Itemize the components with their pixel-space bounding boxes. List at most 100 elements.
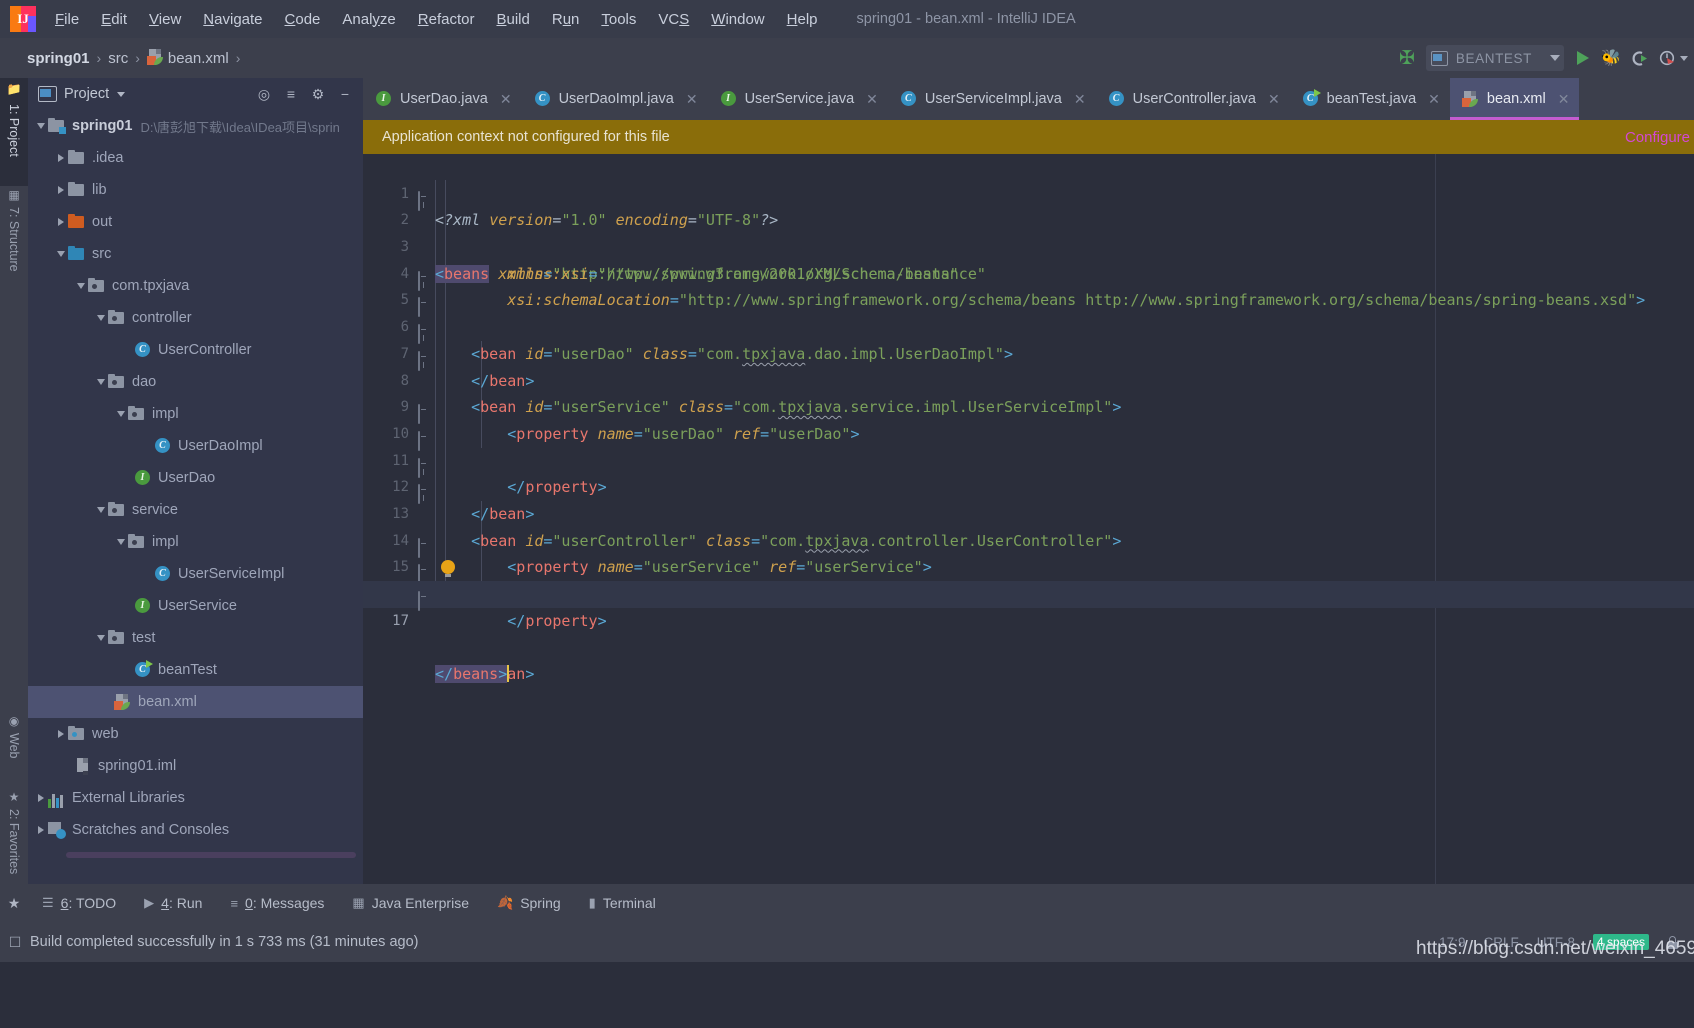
breadcrumb-item-src[interactable]: src bbox=[103, 50, 133, 67]
fold-marker-icon[interactable] bbox=[418, 268, 430, 291]
close-icon[interactable]: ✕ bbox=[1558, 91, 1570, 108]
twisty-expanded[interactable] bbox=[94, 315, 108, 321]
tree-item-test[interactable]: test bbox=[28, 622, 363, 654]
close-icon[interactable]: ✕ bbox=[500, 91, 512, 108]
tree-item-controller[interactable]: controller bbox=[28, 302, 363, 334]
tree-item-beantest[interactable]: C beanTest bbox=[28, 654, 363, 686]
fold-marker-icon[interactable] bbox=[418, 455, 430, 478]
toolbar-dropdown-icon[interactable] bbox=[1680, 55, 1688, 61]
chevron-down-icon[interactable] bbox=[117, 91, 126, 97]
tool-window-spring[interactable]: 🍂 Spring bbox=[483, 895, 575, 911]
code-line[interactable]: 5 <bean id="userDao" class="com.tpxjava.… bbox=[363, 261, 1694, 363]
close-icon[interactable]: ✕ bbox=[866, 91, 878, 108]
code-line[interactable]: 8 <property name="userDao" ref="userDao"… bbox=[363, 341, 1694, 443]
gear-icon[interactable]: ⚙ bbox=[306, 82, 330, 106]
menu-navigate[interactable]: Navigate bbox=[192, 8, 273, 31]
twisty-collapsed[interactable] bbox=[54, 154, 68, 162]
twisty-expanded[interactable] bbox=[94, 379, 108, 385]
build-hammer-icon[interactable]: ✠ bbox=[1390, 47, 1424, 70]
menu-help[interactable]: Help bbox=[776, 8, 829, 31]
tree-item-bean-xml[interactable]: bean.xml bbox=[28, 686, 363, 718]
code-line[interactable]: 1 <?xml version="1.0" encoding="UTF-8"?> bbox=[363, 154, 1694, 230]
tree-item-idea[interactable]: .idea bbox=[28, 142, 363, 174]
indent-setting[interactable]: 4 spaces bbox=[1592, 934, 1649, 950]
fold-marker-icon[interactable] bbox=[418, 294, 430, 318]
close-icon[interactable]: ✕ bbox=[1268, 91, 1280, 108]
code-line[interactable]: 2 <beans xmlns="http://www.springframewo… bbox=[363, 181, 1694, 283]
tab-userdao-java[interactable]: I UserDao.java ✕ bbox=[363, 78, 522, 120]
fold-marker-icon[interactable] bbox=[418, 321, 430, 345]
breadcrumb-item-file[interactable]: bean.xml bbox=[142, 49, 234, 67]
tree-item-web[interactable]: web bbox=[28, 718, 363, 750]
menu-window[interactable]: Window bbox=[700, 8, 775, 31]
tool-tab-structure[interactable]: ▦ 7: Structure bbox=[0, 182, 28, 306]
tree-item-scratches-and-consoles[interactable]: Scratches and Consoles bbox=[28, 814, 363, 846]
code-content[interactable]: 1 <?xml version="1.0" encoding="UTF-8"?>… bbox=[363, 154, 1694, 884]
tool-window-terminal[interactable]: ▮ Terminal bbox=[575, 895, 670, 911]
menu-build[interactable]: Build bbox=[485, 8, 540, 31]
debug-button[interactable]: 🐝 bbox=[1598, 45, 1624, 71]
twisty-expanded[interactable] bbox=[54, 251, 68, 257]
tree-item-dao-impl[interactable]: impl bbox=[28, 398, 363, 430]
tool-window-java-enterprise[interactable]: ▦ Java Enterprise bbox=[338, 895, 483, 911]
fold-marker-icon[interactable] bbox=[418, 428, 430, 451]
tool-tab-project[interactable]: 📁 1: Project bbox=[0, 78, 28, 186]
menu-vcs[interactable]: VCS bbox=[647, 8, 700, 31]
tree-item-service-impl[interactable]: impl bbox=[28, 526, 363, 558]
tool-tab-web[interactable]: ◉ Web bbox=[0, 708, 28, 788]
code-line[interactable]: 15 </property> bbox=[363, 528, 1694, 630]
menu-tools[interactable]: Tools bbox=[590, 8, 647, 31]
tree-item-dao[interactable]: dao bbox=[28, 366, 363, 398]
fold-marker-icon[interactable] bbox=[418, 588, 430, 611]
hide-icon[interactable]: − bbox=[333, 82, 357, 106]
tab-bean-xml[interactable]: bean.xml ✕ bbox=[1449, 78, 1580, 120]
menu-analyze[interactable]: Analyze bbox=[331, 8, 406, 31]
code-line[interactable]: 9 bbox=[363, 368, 1694, 415]
twisty-expanded[interactable] bbox=[74, 283, 88, 289]
profiler-button[interactable] bbox=[1654, 45, 1680, 71]
code-line[interactable]: 12 <bean id="userController" class="com.… bbox=[363, 448, 1694, 550]
code-line[interactable]: 3 xmlns:xsi="http://www.w3.org/2001/XMLS… bbox=[363, 207, 1694, 283]
twisty-expanded[interactable] bbox=[94, 507, 108, 513]
twisty-collapsed[interactable] bbox=[54, 218, 68, 226]
tab-userserviceimpl-java[interactable]: C UserServiceImpl.java ✕ bbox=[888, 78, 1096, 120]
tree-item-userdaoimpl[interactable]: C UserDaoImpl bbox=[28, 430, 363, 462]
locate-icon[interactable]: ◎ bbox=[252, 82, 276, 106]
tree-item-usercontroller[interactable]: C UserController bbox=[28, 334, 363, 366]
collapse-all-icon[interactable]: ≡ bbox=[279, 82, 303, 106]
code-line[interactable]: 16 </bean> bbox=[363, 554, 1694, 683]
breadcrumb-item-project[interactable]: spring01 bbox=[22, 50, 95, 67]
configure-link[interactable]: Configure bbox=[1625, 129, 1694, 146]
project-tree[interactable]: spring01 D:\唐彭旭下载\Idea\IDea项目\sprin .ide… bbox=[28, 110, 363, 852]
tree-item-external-libraries[interactable]: External Libraries bbox=[28, 782, 363, 814]
file-encoding[interactable]: UTF-8 bbox=[1537, 935, 1575, 950]
read-write-lock-icon[interactable] bbox=[1667, 935, 1678, 949]
twisty-collapsed[interactable] bbox=[34, 794, 48, 802]
twisty-expanded[interactable] bbox=[94, 635, 108, 641]
tree-item-userserviceimpl[interactable]: C UserServiceImpl bbox=[28, 558, 363, 590]
twisty-collapsed[interactable] bbox=[34, 826, 48, 834]
twisty-expanded[interactable] bbox=[114, 539, 128, 545]
tab-beantest-java[interactable]: C beanTest.java ✕ bbox=[1290, 78, 1450, 120]
fold-marker-icon[interactable] bbox=[418, 401, 430, 425]
menu-file[interactable]: File bbox=[44, 8, 90, 31]
fold-marker-icon[interactable] bbox=[418, 481, 430, 505]
twisty-collapsed[interactable] bbox=[54, 186, 68, 194]
run-button[interactable] bbox=[1570, 45, 1596, 71]
fold-marker-icon[interactable] bbox=[418, 348, 430, 371]
line-separator[interactable]: CRLF bbox=[1483, 935, 1518, 950]
code-line[interactable]: 11 </bean> bbox=[363, 421, 1694, 523]
close-icon[interactable]: ✕ bbox=[686, 91, 698, 108]
code-line[interactable]: 14 bbox=[363, 501, 1694, 549]
star-icon[interactable]: ★ bbox=[0, 895, 28, 912]
close-icon[interactable]: ✕ bbox=[1428, 91, 1440, 108]
tool-window-run[interactable]: ▶ 4: Run bbox=[130, 895, 216, 911]
twisty-collapsed[interactable] bbox=[54, 730, 68, 738]
tree-item-service[interactable]: service bbox=[28, 494, 363, 526]
fold-marker-icon[interactable] bbox=[418, 188, 430, 211]
fold-marker-icon[interactable] bbox=[418, 535, 430, 558]
project-horizontal-scrollbar[interactable] bbox=[66, 852, 356, 858]
code-line[interactable]: 10 </property> bbox=[363, 394, 1694, 496]
code-line[interactable]: 13 <property name="userService" ref="use… bbox=[363, 474, 1694, 576]
menu-view[interactable]: View bbox=[138, 8, 192, 31]
